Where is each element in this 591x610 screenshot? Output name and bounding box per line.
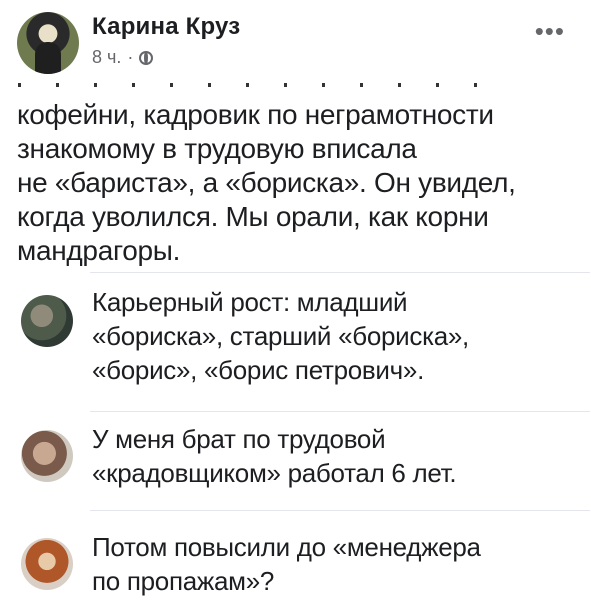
comment-line: Потом повысили до «менеджера bbox=[92, 532, 481, 562]
post-body-line: кофейни, кадровик по неграмотности bbox=[17, 99, 494, 130]
comment-text: У меня брат по трудовой «крадовщиком» ра… bbox=[92, 422, 457, 490]
more-options-icon[interactable]: ••• bbox=[535, 18, 565, 44]
comment-text: Карьерный рост: младший «бориска», старш… bbox=[92, 285, 469, 387]
post-meta: 8 ч. · bbox=[92, 47, 154, 68]
commenter-avatar[interactable] bbox=[21, 538, 73, 590]
comment-text: Потом повысили до «менеджера по пропажам… bbox=[92, 530, 481, 598]
post-header: Карина Круз 8 ч. · ••• bbox=[0, 0, 591, 82]
post-time[interactable]: 8 ч. bbox=[92, 47, 121, 68]
divider bbox=[90, 411, 590, 412]
comment-line: по пропажам»? bbox=[92, 566, 275, 596]
post-body-line: знакомому в трудовую вписала bbox=[17, 133, 417, 164]
meta-separator: · bbox=[127, 47, 134, 67]
commenter-avatar[interactable] bbox=[21, 295, 73, 347]
post-body-line: не «бариста», а «бориска». Он увидел, bbox=[17, 167, 516, 198]
comment-line: У меня брат по трудовой bbox=[92, 424, 386, 454]
author-name[interactable]: Карина Круз bbox=[92, 13, 240, 41]
divider bbox=[90, 272, 590, 273]
comment-line: «бориска», старший «бориска», bbox=[92, 321, 469, 351]
commenter-avatar[interactable] bbox=[21, 430, 73, 482]
author-avatar[interactable] bbox=[17, 12, 79, 74]
divider bbox=[90, 510, 590, 511]
globe-icon[interactable] bbox=[139, 50, 154, 65]
post-body: кофейни, кадровик по неграмотности знако… bbox=[17, 98, 577, 268]
post-body-line: мандрагоры. bbox=[17, 235, 181, 266]
comment-line: «борис», «борис петрович». bbox=[92, 355, 424, 385]
comment-line: «крадовщиком» работал 6 лет. bbox=[92, 458, 457, 488]
post-body-line: когда уволился. Мы орали, как корни bbox=[17, 201, 489, 232]
comment-line: Карьерный рост: младший bbox=[92, 287, 408, 317]
